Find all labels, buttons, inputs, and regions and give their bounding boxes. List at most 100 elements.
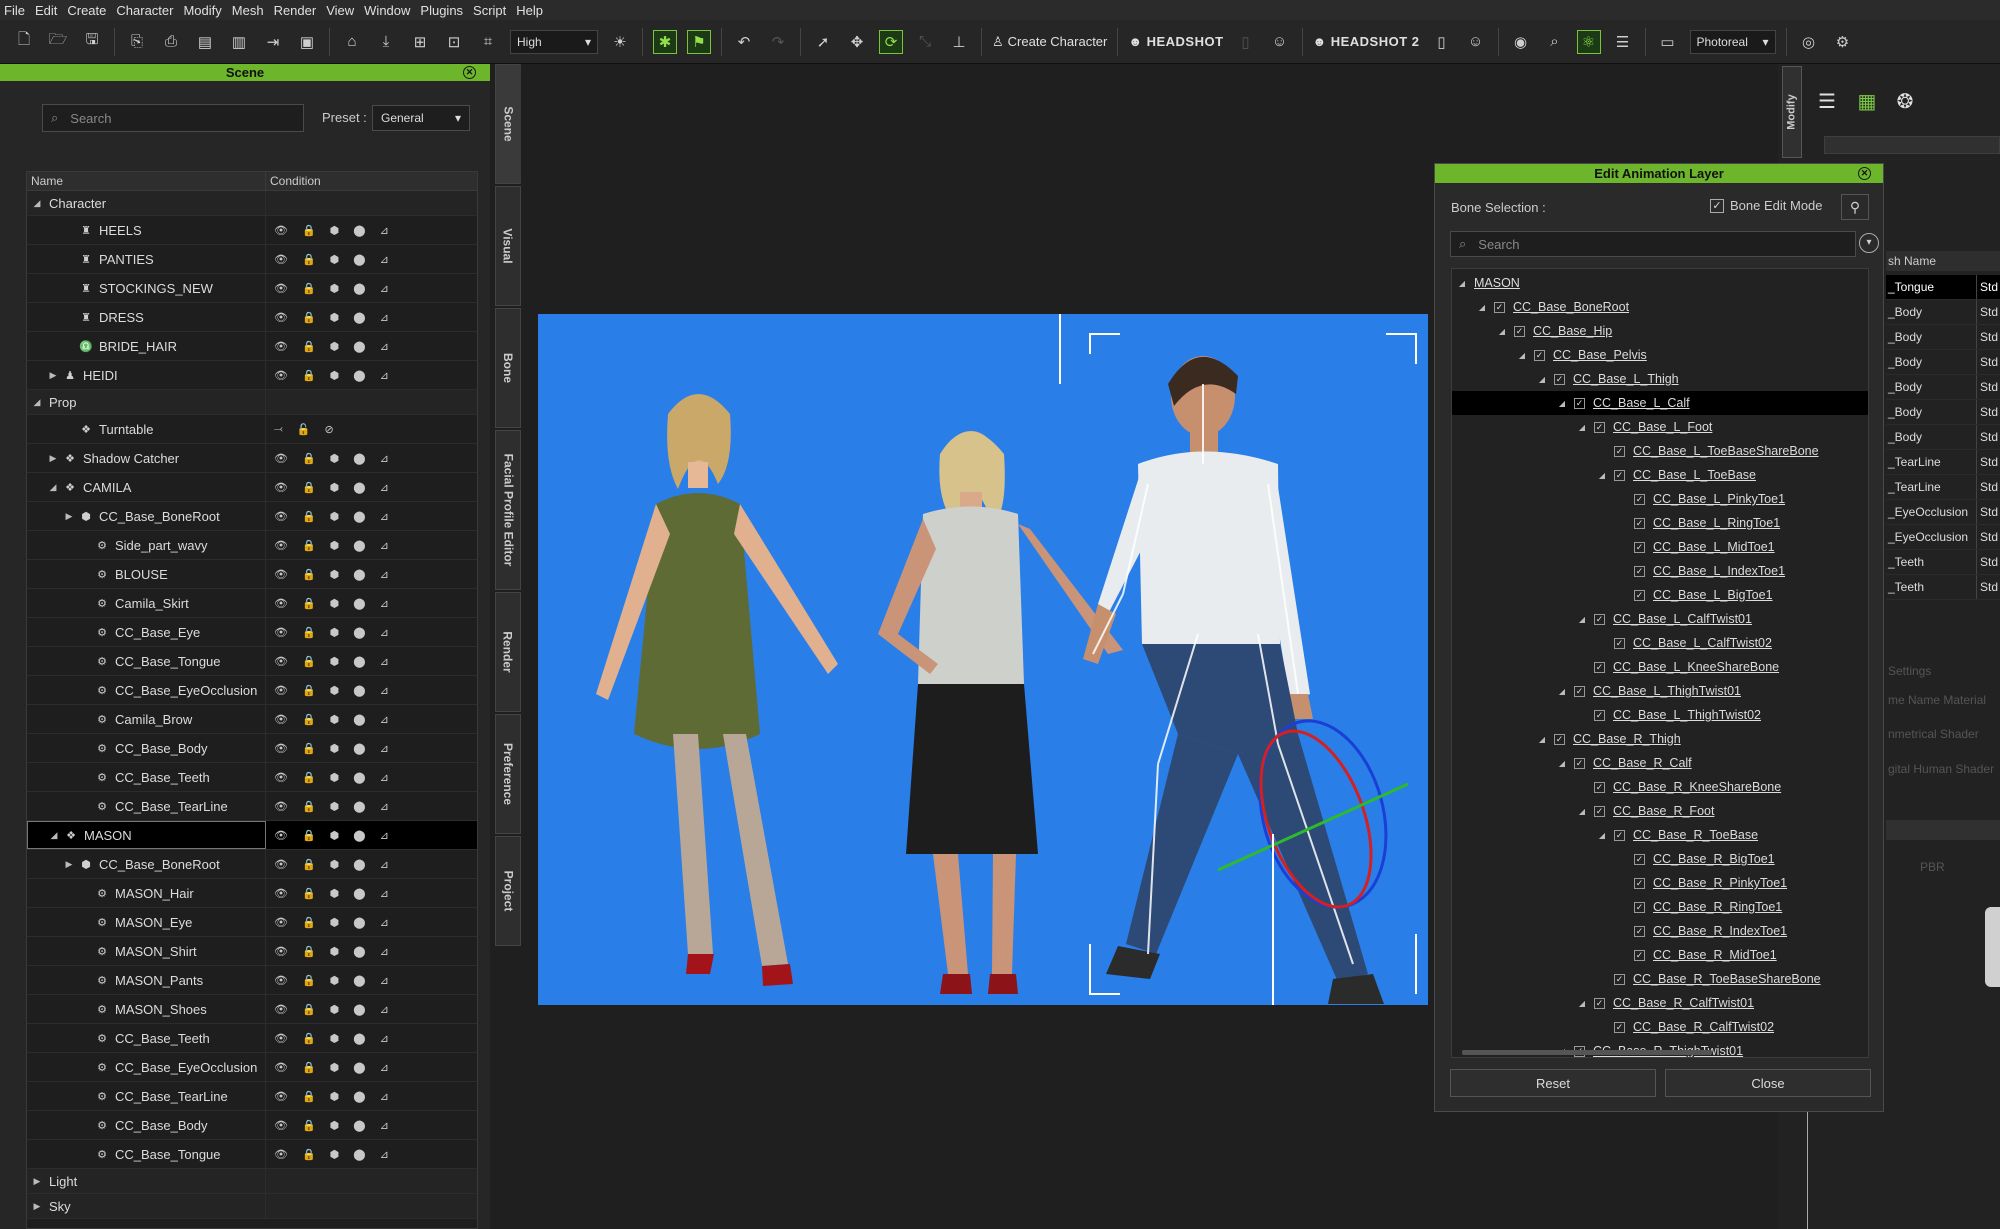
lock-icon[interactable]: 🔒: [302, 800, 316, 813]
collapse-arrow-icon[interactable]: ◢: [1536, 375, 1548, 384]
light-icon[interactable]: ☀: [608, 30, 632, 54]
lock-icon[interactable]: 🔒: [302, 1061, 316, 1074]
shading-icon[interactable]: ⬢: [330, 771, 340, 784]
tree-row[interactable]: ▶ ❖ Shadow Catcher 👁 🔒 ⬢ ⬤ ⊿: [27, 444, 477, 473]
bone-select-icon[interactable]: ⊿: [380, 369, 389, 382]
bone-select-icon[interactable]: ⊿: [380, 684, 389, 697]
bone-checkbox[interactable]: ✓: [1634, 877, 1645, 889]
bone-select-icon[interactable]: ⊿: [380, 452, 389, 465]
shading-icon[interactable]: ⬢: [330, 887, 340, 900]
collapse-arrow-icon[interactable]: ◢: [48, 830, 60, 841]
collapse-arrow-icon[interactable]: ◢: [1596, 471, 1608, 480]
shading-icon[interactable]: ⬢: [330, 510, 340, 523]
lock-icon[interactable]: 🔒: [302, 887, 316, 900]
shadow-icon[interactable]: ⬤: [353, 626, 365, 639]
settings-sliders-icon[interactable]: ☰: [1611, 30, 1635, 54]
visibility-eye-icon[interactable]: 👁: [274, 1032, 288, 1045]
shadow-icon[interactable]: ⬤: [353, 829, 365, 842]
close-icon[interactable]: ✕: [463, 66, 476, 79]
shadow-icon[interactable]: ⬤: [353, 1003, 365, 1016]
obj-export-icon[interactable]: ▥: [227, 30, 251, 54]
bone-tree-row[interactable]: ◢ ✓ CC_Base_R_ToeBase: [1452, 823, 1868, 847]
bone-checkbox[interactable]: ✓: [1554, 373, 1565, 385]
tree-row[interactable]: ♜ STOCKINGS_NEW 👁 🔒 ⬢ ⬤ ⊿: [27, 274, 477, 303]
save-icon[interactable]: 🖫: [80, 30, 104, 54]
bone-checkbox[interactable]: ✓: [1574, 397, 1585, 409]
tree-row[interactable]: ⚙ CC_Base_Tongue 👁 🔒 ⬢ ⬤ ⊿: [27, 647, 477, 676]
bone-checkbox[interactable]: ✓: [1594, 661, 1605, 673]
sync-icon[interactable]: ⤙: [274, 423, 283, 436]
bone-tree-row[interactable]: ✓ CC_Base_R_MidToe1: [1452, 943, 1868, 967]
bone-checkbox[interactable]: ✓: [1634, 589, 1645, 601]
lock-icon[interactable]: 🔒: [302, 713, 316, 726]
lock-icon[interactable]: 🔒: [302, 829, 316, 842]
shading-icon[interactable]: ⬢: [330, 655, 340, 668]
layout-icon[interactable]: ▭: [1656, 30, 1680, 54]
mesh-list-row[interactable]: _TearLine Std: [1886, 475, 2000, 500]
bone-select-icon[interactable]: ⊿: [380, 1061, 389, 1074]
collapse-arrow-icon[interactable]: ◢: [1556, 399, 1568, 408]
shadow-icon[interactable]: ⬤: [353, 742, 365, 755]
bone-checkbox[interactable]: ✓: [1614, 637, 1625, 649]
tree-row[interactable]: ⚙ CC_Base_Tongue 👁 🔒 ⬢ ⬤ ⊿: [27, 1140, 477, 1169]
bone-checkbox[interactable]: ✓: [1594, 781, 1605, 793]
tree-row[interactable]: ◢ ❖ CAMILA 👁 🔒 ⬢ ⬤ ⊿: [27, 473, 477, 502]
bone-select-icon[interactable]: ⊿: [380, 224, 389, 237]
collapse-arrow-icon[interactable]: ◢: [1556, 687, 1568, 696]
shadow-icon[interactable]: ⬤: [353, 1090, 365, 1103]
collapse-arrow-icon[interactable]: ◢: [1576, 423, 1588, 432]
shadow-icon[interactable]: ⬤: [353, 340, 365, 353]
shading-icon[interactable]: ⬢: [330, 916, 340, 929]
eye-toggle-icon[interactable]: ◎: [1797, 30, 1821, 54]
visibility-eye-icon[interactable]: 👁: [274, 974, 288, 987]
bone-tree-row[interactable]: ✓ CC_Base_L_MidToe1: [1452, 535, 1868, 559]
shadow-icon[interactable]: ⬤: [353, 1061, 365, 1074]
lock-icon[interactable]: 🔒: [302, 684, 316, 697]
sliders-icon[interactable]: ☰: [1812, 86, 1842, 116]
render-image-icon[interactable]: ▣: [295, 30, 319, 54]
bone-checkbox[interactable]: ✓: [1634, 517, 1645, 529]
visibility-eye-icon[interactable]: 👁: [274, 858, 288, 871]
lock-icon[interactable]: 🔒: [302, 945, 316, 958]
shading-icon[interactable]: ⬢: [330, 626, 340, 639]
side-tab-visual[interactable]: Visual: [495, 186, 521, 306]
expand-arrow-icon[interactable]: ▶: [47, 453, 59, 464]
reset-button[interactable]: Reset: [1450, 1069, 1656, 1097]
bone-select-icon[interactable]: ⊿: [380, 568, 389, 581]
lock-icon[interactable]: 🔒: [302, 369, 316, 382]
mesh-list-row[interactable]: _Teeth Std: [1886, 550, 2000, 575]
checkbox-checked-icon[interactable]: ✓: [1710, 198, 1724, 213]
bone-tree-row[interactable]: ◢ ✓ CC_Base_L_Thigh: [1452, 367, 1868, 391]
bone-tree-row[interactable]: ◢✓CC_Base_R_ThighTwist01: [1452, 1039, 1868, 1057]
fbx-export-icon[interactable]: ▤: [193, 30, 217, 54]
bone-select-icon[interactable]: ⊿: [380, 597, 389, 610]
bone-select-icon[interactable]: ⊿: [380, 1003, 389, 1016]
tree-row[interactable]: ⚙ CC_Base_TearLine 👁 🔒 ⬢ ⬤ ⊿: [27, 792, 477, 821]
mesh-list-row[interactable]: _Body Std: [1886, 325, 2000, 350]
bone-checkbox[interactable]: ✓: [1634, 853, 1645, 865]
bone-checkbox[interactable]: ✓: [1554, 733, 1565, 745]
visibility-eye-icon[interactable]: 👁: [274, 742, 288, 755]
tree-row[interactable]: ⚙ CC_Base_Eye 👁 🔒 ⬢ ⬤ ⊿: [27, 618, 477, 647]
shadow-icon[interactable]: ⬤: [353, 655, 365, 668]
bone-checkbox[interactable]: ✓: [1494, 301, 1505, 313]
3d-viewport[interactable]: [538, 314, 1428, 1005]
bone-checkbox[interactable]: ✓: [1534, 349, 1545, 361]
bone-display-icon[interactable]: ✱: [653, 29, 677, 54]
visibility-eye-icon[interactable]: 👁: [274, 916, 288, 929]
shading-icon[interactable]: ⬢: [330, 1148, 340, 1161]
collapse-arrow-icon[interactable]: ◢: [1576, 999, 1588, 1008]
close-icon[interactable]: ✕: [1858, 167, 1871, 180]
menu-help[interactable]: Help: [512, 3, 549, 18]
lock-icon[interactable]: 🔒: [302, 742, 316, 755]
zoom-icon[interactable]: ⌕: [1543, 30, 1567, 54]
lock-icon[interactable]: 🔒: [302, 771, 316, 784]
visibility-eye-icon[interactable]: 👁: [274, 829, 288, 842]
collapse-arrow-icon[interactable]: ◢: [31, 397, 43, 408]
disable-icon[interactable]: ⊘: [325, 423, 334, 436]
shading-icon[interactable]: ⬢: [330, 539, 340, 552]
redo-icon[interactable]: ↷: [766, 30, 790, 54]
menu-modify[interactable]: Modify: [179, 3, 227, 18]
lock-icon[interactable]: 🔒: [302, 1032, 316, 1045]
collapse-arrow-icon[interactable]: ◢: [1576, 615, 1588, 624]
